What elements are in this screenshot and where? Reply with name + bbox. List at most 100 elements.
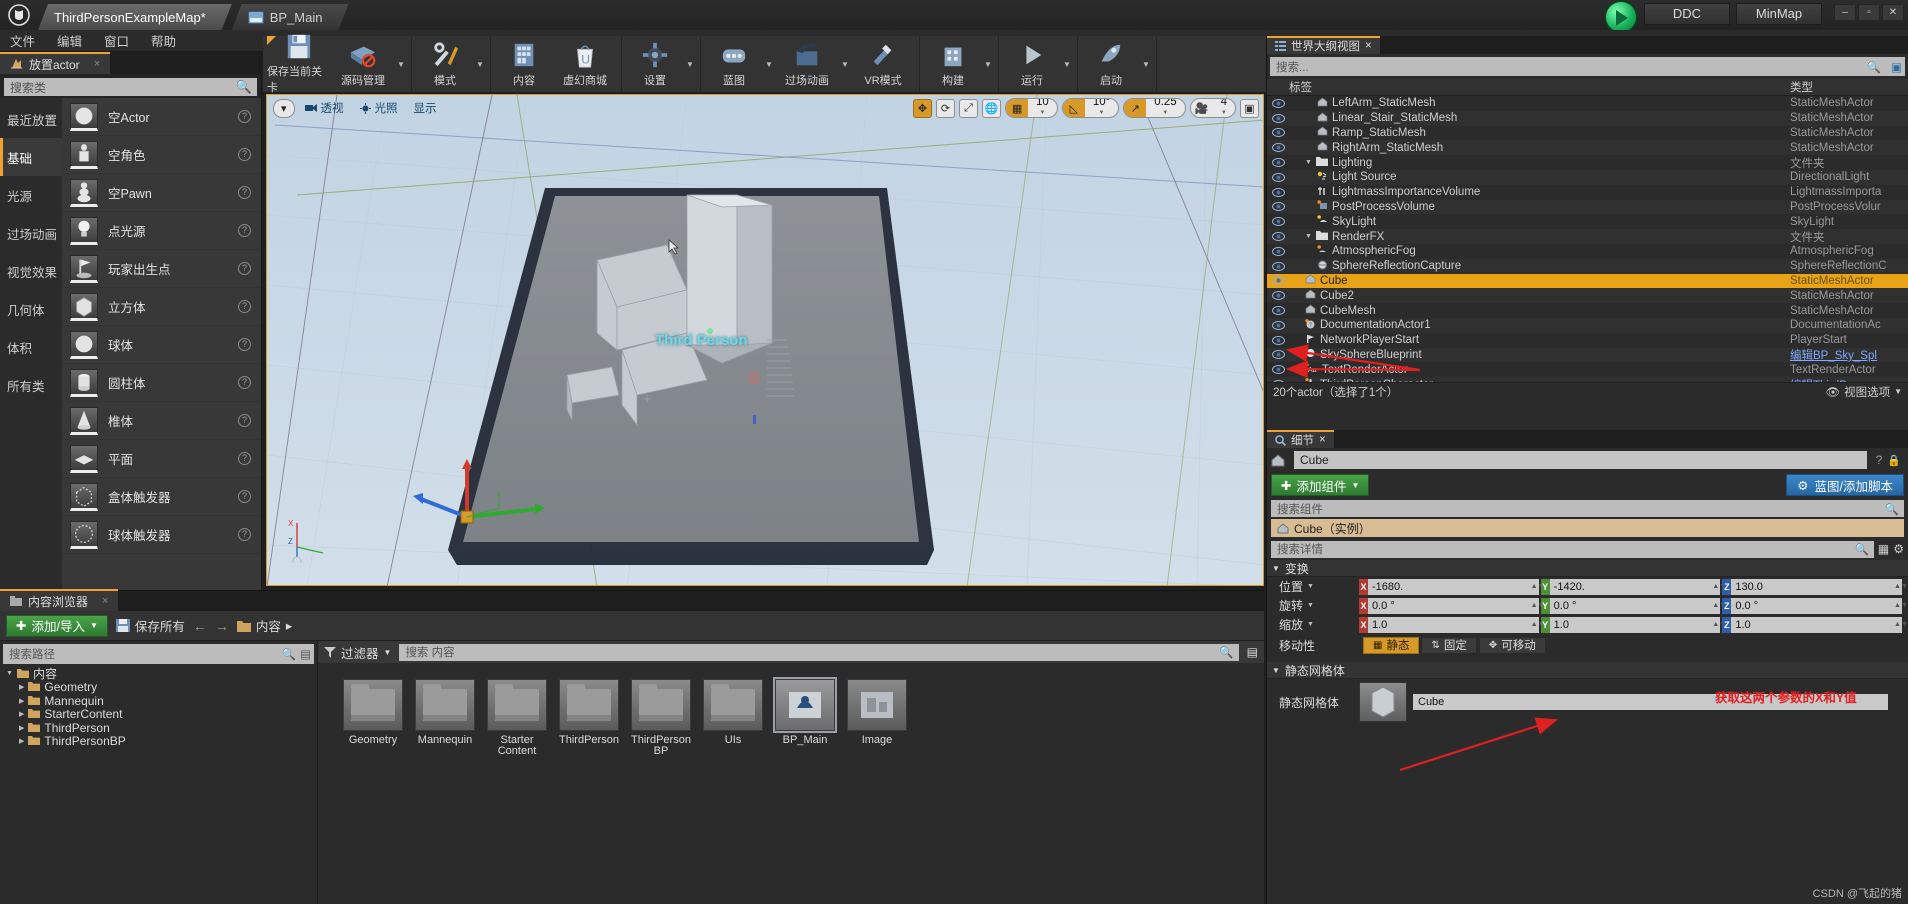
tab-content-browser[interactable]: 内容浏览器 × [0,589,119,611]
eye-icon[interactable] [1267,246,1289,256]
toolbar-button-blueprint[interactable]: 蓝图 [705,36,763,92]
place-item-3[interactable]: 点光源? [62,212,261,250]
world-space-icon[interactable]: 🌐 [982,98,1002,118]
place-category-7[interactable]: 所有类 [0,366,62,404]
arrow-right-icon[interactable]: → [215,618,229,634]
close-icon[interactable]: × [1365,40,1372,52]
chevron-down-icon[interactable]: ▼ [474,36,486,92]
scale-tool-icon[interactable]: ⤢ [959,98,979,118]
outliner-row[interactable]: AtmosphericFog AtmosphericFog [1267,244,1908,259]
path-search-input[interactable]: 搜索路径 🔍 ▤ [3,644,314,664]
column-name-label[interactable]: 标签 [1289,79,1790,95]
maximize-button[interactable]: ▫ [1858,3,1880,21]
viewport-show-button[interactable]: 显示 [408,99,443,118]
content-tree-item[interactable]: ▶ ThirdPerson [0,721,317,735]
eye-icon[interactable] [1267,232,1289,242]
component-search-input[interactable]: 搜索组件 🔍 [1271,500,1904,517]
tab-details[interactable]: 细节 × [1267,430,1334,448]
viewport-perspective-button[interactable]: 透视 [299,99,350,118]
chevron-down-icon[interactable]: ▼ [1307,602,1314,609]
question-icon[interactable]: ? [238,300,251,313]
chevron-right-icon[interactable]: ▶ [19,724,24,732]
eye-icon[interactable] [1267,306,1289,316]
chevron-down-icon[interactable]: ▼ [395,36,407,92]
camera-speed-control[interactable]: 🎥 4 ▼ [1189,98,1236,118]
transform-z-field[interactable]: Z 130.0 ▲▼ [1722,578,1908,595]
outliner-row[interactable]: SkySphereBlueprint 编辑BP_Sky_Spl [1267,347,1908,363]
tab-place-actor[interactable]: 放置actor × [0,52,111,74]
close-icon[interactable]: × [1319,434,1326,446]
question-icon[interactable]: ? [238,338,251,351]
transform-z-field[interactable]: Z 1.0 ▲▼ [1722,616,1908,633]
place-item-10[interactable]: 盒体触发器? [62,478,261,516]
content-tree-item[interactable]: ▶ ThirdPersonBP [0,734,317,748]
add-import-button[interactable]: ✚ 添加/导入 ▼ [6,614,108,637]
details-settings-icon[interactable]: ⚙ [1893,542,1904,556]
place-category-1[interactable]: 基础 [0,138,62,176]
spinner-icon[interactable]: ▲▼ [1531,583,1545,590]
place-item-8[interactable]: 椎体? [62,402,261,440]
spinner-icon[interactable]: ▲▼ [1894,602,1908,609]
transform-y-field[interactable]: Y -1420. ▲▼ [1540,578,1726,595]
chevron-down-icon[interactable]: ▼ [1305,159,1312,166]
outliner-row[interactable]: PostProcessVolume PostProcessVolur [1267,199,1908,215]
spinner-icon[interactable]: ▲▼ [1894,583,1908,590]
transform-y-field[interactable]: Y 1.0 ▲▼ [1540,616,1726,633]
eye-icon[interactable] [1267,276,1289,286]
viewport-lit-button[interactable]: 光照 [354,99,404,118]
question-icon[interactable]: ? [238,186,251,199]
level-viewport[interactable]: Third Person ▾ 透视 光照 显示 ✥ ⟳ ⤢ 🌐 ▦ 10 ▼ ◺… [266,94,1264,586]
maximize-icon[interactable]: ▣ [1240,98,1259,118]
outliner-row[interactable]: NetworkPlayerStart PlayerStart [1267,333,1908,348]
outliner-row[interactable]: ▼ RenderFX 文件夹 [1267,229,1908,244]
minimize-button[interactable]: – [1834,3,1856,21]
question-icon[interactable]: ? [238,376,251,389]
ddc-button[interactable]: DDC [1644,2,1730,25]
breadcrumb[interactable]: 内容 ▸ [236,616,292,635]
question-icon[interactable]: ? [238,262,251,275]
place-item-0[interactable]: 空Actor? [62,98,261,136]
content-tree-item[interactable]: ▼ 内容 [0,667,317,681]
content-tree-item[interactable]: ▶ StarterContent [0,707,317,721]
save-all-button[interactable]: 保存所有 [115,616,185,635]
move-tool-icon[interactable]: ✥ [913,98,933,118]
place-category-2[interactable]: 光源 [0,176,62,214]
question-icon[interactable]: ? [238,452,251,465]
question-icon[interactable]: ? [238,414,251,427]
eye-icon[interactable] [1267,320,1289,330]
chevron-down-icon[interactable]: ▼ [684,36,696,92]
eye-icon[interactable] [1267,261,1289,271]
toolbar-button-vr-mode[interactable]: VR模式 [851,36,915,92]
chevron-down-icon[interactable]: ▼ [1140,36,1152,92]
question-icon[interactable]: ? [1876,453,1883,467]
outliner-row[interactable]: CubeMesh StaticMeshActor [1267,303,1908,318]
close-icon[interactable]: × [94,58,100,70]
place-search-input[interactable]: 搜索类 🔍 [4,78,257,96]
toolbar-button-content[interactable]: 内容 [495,36,553,92]
transform-y-field[interactable]: Y 0.0 ° ▲▼ [1540,597,1726,614]
place-category-3[interactable]: 过场动画 [0,214,62,252]
place-category-4[interactable]: 视觉效果 [0,252,62,290]
place-item-6[interactable]: 球体? [62,326,261,364]
outliner-row-type[interactable]: 编辑ThirdPerson [1790,377,1908,382]
question-icon[interactable]: ? [238,148,251,161]
spinner-icon[interactable]: ▲▼ [1712,583,1726,590]
transform-x-field[interactable]: X 0.0 ° ▲▼ [1359,597,1545,614]
asset-item[interactable]: BP_Main [773,677,837,757]
outliner-search-input[interactable]: 搜索... 🔍 ▣ [1270,57,1905,76]
asset-item[interactable]: ThirdPerson [558,679,620,757]
toolbar-button-cinematics[interactable]: 过场动画 [775,36,839,92]
column-type-label[interactable]: 类型 [1790,79,1908,95]
actor-name-field[interactable]: Cube [1294,451,1867,469]
eye-icon[interactable] [1267,187,1289,197]
spinner-icon[interactable]: ▲▼ [1894,621,1908,628]
question-icon[interactable]: ? [238,490,251,503]
toolbar-button-modes-wrench[interactable]: 模式 [416,36,474,92]
toolbar-button-source-control[interactable]: 源码管理 [331,36,395,92]
toolbar-button-marketplace[interactable]: U 虚幻商城 [553,36,617,92]
spinner-icon[interactable]: ▲▼ [1712,602,1726,609]
toolbar-button-play[interactable]: 运行 [1003,36,1061,92]
menu-item-edit[interactable]: 编辑 [57,31,82,50]
mobility-static[interactable]: ▦ 静态 [1363,636,1420,654]
mobility-movable[interactable]: ✥ 可移动 [1478,636,1546,654]
